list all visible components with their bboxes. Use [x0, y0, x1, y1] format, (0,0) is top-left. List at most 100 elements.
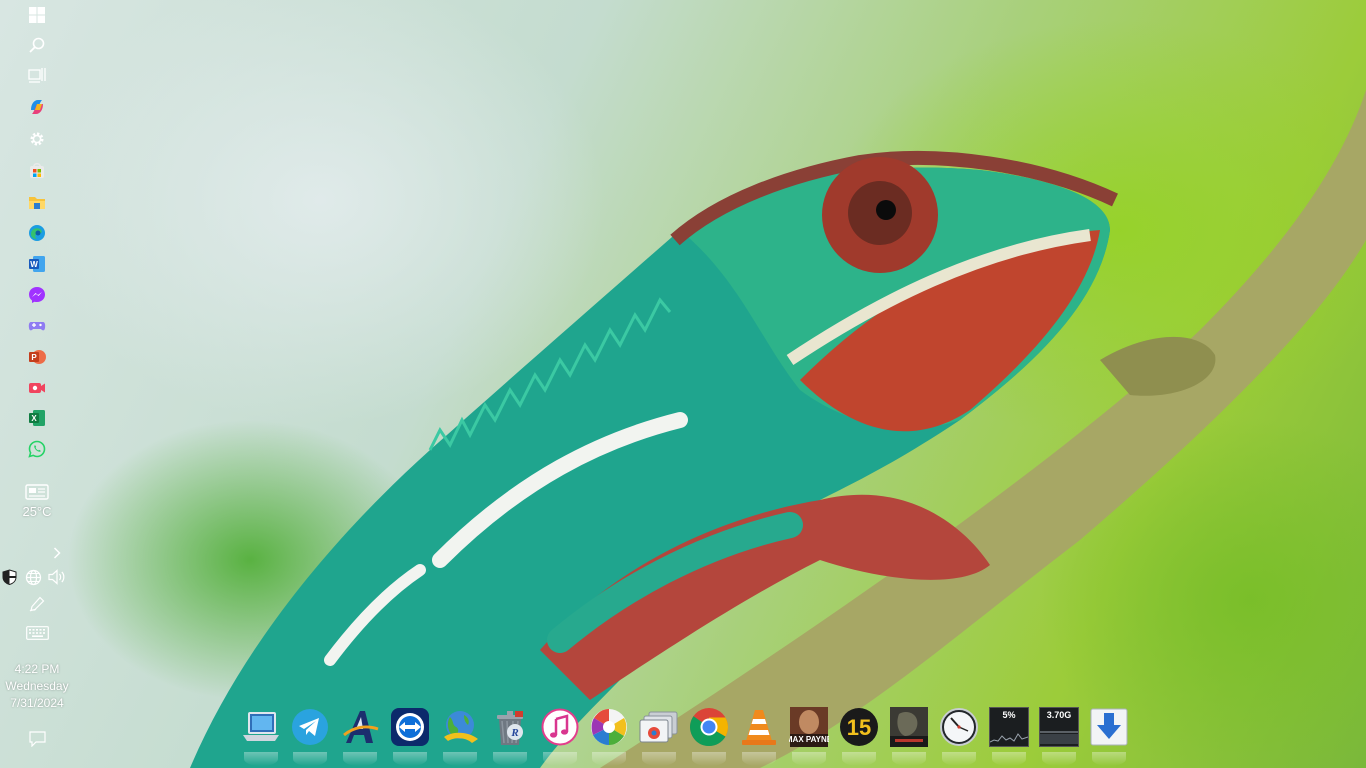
download-arrow-icon [1090, 708, 1128, 746]
dock-item-memory-meter[interactable]: 3.70G [1038, 706, 1080, 766]
svg-text:R: R [510, 727, 518, 739]
settings-button[interactable] [27, 129, 47, 149]
dock-item-chrome[interactable] [688, 706, 730, 766]
teamviewer-icon [391, 708, 429, 746]
dock: R MAX PAYN 15 5% 3.70G [236, 702, 1136, 768]
dock-reflection [1092, 752, 1126, 766]
edge-icon [29, 225, 45, 241]
game-cover-icon [890, 707, 928, 747]
chevron-right-icon [53, 547, 61, 559]
dock-item-app-15[interactable]: 15 [838, 706, 880, 766]
chrome-icon [690, 708, 728, 746]
search-button[interactable] [27, 35, 47, 55]
clipchamp-button[interactable] [27, 378, 47, 398]
microsoft-store-button[interactable] [27, 161, 47, 181]
game-button[interactable] [27, 316, 47, 336]
edge-button[interactable] [27, 223, 47, 243]
powerpoint-button[interactable]: P [27, 347, 47, 367]
whatsapp-button[interactable] [27, 439, 47, 459]
volume-tray-icon[interactable] [47, 568, 67, 586]
task-view-button[interactable] [27, 65, 47, 85]
folder-icon [29, 197, 45, 209]
dock-item-picasa[interactable] [588, 706, 630, 766]
copilot-button[interactable] [27, 97, 47, 117]
dock-reflection [343, 752, 377, 766]
dock-reflection [792, 752, 826, 766]
dock-item-clock-widget[interactable] [938, 706, 980, 766]
desktop-wallpaper [0, 0, 1366, 768]
dock-item-crysis[interactable] [888, 706, 930, 766]
svg-text:X: X [31, 414, 37, 423]
dock-reflection [692, 752, 726, 766]
dock-reflection [742, 752, 776, 766]
memory-meter-label: 3.70G [1046, 710, 1072, 720]
shield-icon [2, 569, 16, 585]
windows-stack-icon [639, 711, 678, 743]
dock-item-app-a[interactable] [339, 706, 381, 766]
dock-item-window-manager[interactable] [638, 706, 680, 766]
dock-item-vlc[interactable] [738, 706, 780, 766]
notification-center-button[interactable] [28, 730, 46, 748]
dock-item-downloads[interactable] [1088, 706, 1130, 766]
globe-download-icon [444, 711, 478, 743]
pen-icon [29, 596, 45, 612]
excel-icon: X [29, 410, 45, 426]
search-icon [29, 37, 45, 53]
gear-icon [30, 132, 44, 146]
dock-item-itunes[interactable] [539, 706, 581, 766]
dock-reflection [443, 752, 477, 766]
network-tray-icon[interactable] [24, 568, 42, 586]
laptop-icon [243, 712, 279, 741]
max-payne-icon: MAX PAYNE [789, 707, 829, 747]
windows-logo-icon [29, 7, 45, 23]
system-clock[interactable]: 4:22 PM Wednesday 7/31/2024 [0, 661, 74, 712]
word-icon: W [29, 256, 45, 272]
security-tray-icon[interactable] [1, 569, 17, 585]
dock-item-max-payne-3[interactable]: MAX PAYNE [788, 706, 830, 766]
cpu-graph [990, 733, 1028, 743]
news-weather-icon [25, 484, 49, 500]
dock-reflection [493, 752, 527, 766]
camera-icon [29, 383, 45, 393]
dock-reflection [992, 752, 1026, 766]
word-button[interactable]: W [27, 254, 47, 274]
messenger-button[interactable] [27, 285, 47, 305]
clock-day: Wednesday [5, 679, 69, 693]
powerpoint-icon: P [29, 350, 46, 364]
tray-overflow-button[interactable] [50, 546, 64, 560]
whatsapp-icon [28, 440, 46, 458]
touch-keyboard-tray-icon[interactable] [25, 625, 49, 641]
notification-icon [28, 731, 46, 747]
memory-meter-icon: 3.70G [1039, 707, 1079, 747]
messenger-icon [29, 287, 45, 303]
dock-reflection [393, 752, 427, 766]
a-logo-icon [343, 711, 379, 743]
excel-button[interactable]: X [27, 408, 47, 428]
clock-time: 4:22 PM [14, 662, 60, 676]
taskbar: W P X 25°C 4:22 PM Wednesday 7/31/2024 [0, 0, 74, 768]
dock-item-cpu-meter[interactable]: 5% [988, 706, 1030, 766]
file-explorer-button[interactable] [27, 192, 47, 212]
svg-text:P: P [31, 353, 37, 362]
number-15-icon: 15 [840, 708, 878, 746]
dock-item-recycle-bin[interactable]: R [489, 706, 531, 766]
dock-item-internet-download-manager[interactable] [439, 706, 481, 766]
svg-text:MAX PAYNE: MAX PAYNE [789, 735, 829, 744]
dock-item-telegram[interactable] [289, 706, 331, 766]
svg-text:15: 15 [847, 715, 871, 740]
cpu-meter-icon: 5% [989, 707, 1029, 747]
pen-tray-icon[interactable] [28, 595, 46, 613]
dock-reflection [592, 752, 626, 766]
dock-reflection [942, 752, 976, 766]
telegram-icon [292, 709, 328, 745]
dock-reflection [244, 752, 278, 766]
weather-widget[interactable]: 25°C [14, 484, 60, 519]
memory-graph [1040, 731, 1078, 744]
dock-item-this-pc[interactable] [240, 706, 282, 766]
gamepad-icon [28, 322, 46, 331]
dock-reflection [642, 752, 676, 766]
dock-item-teamviewer[interactable] [389, 706, 431, 766]
start-button[interactable] [27, 5, 47, 25]
clock-icon [940, 708, 978, 746]
vlc-cone-icon [742, 710, 776, 745]
